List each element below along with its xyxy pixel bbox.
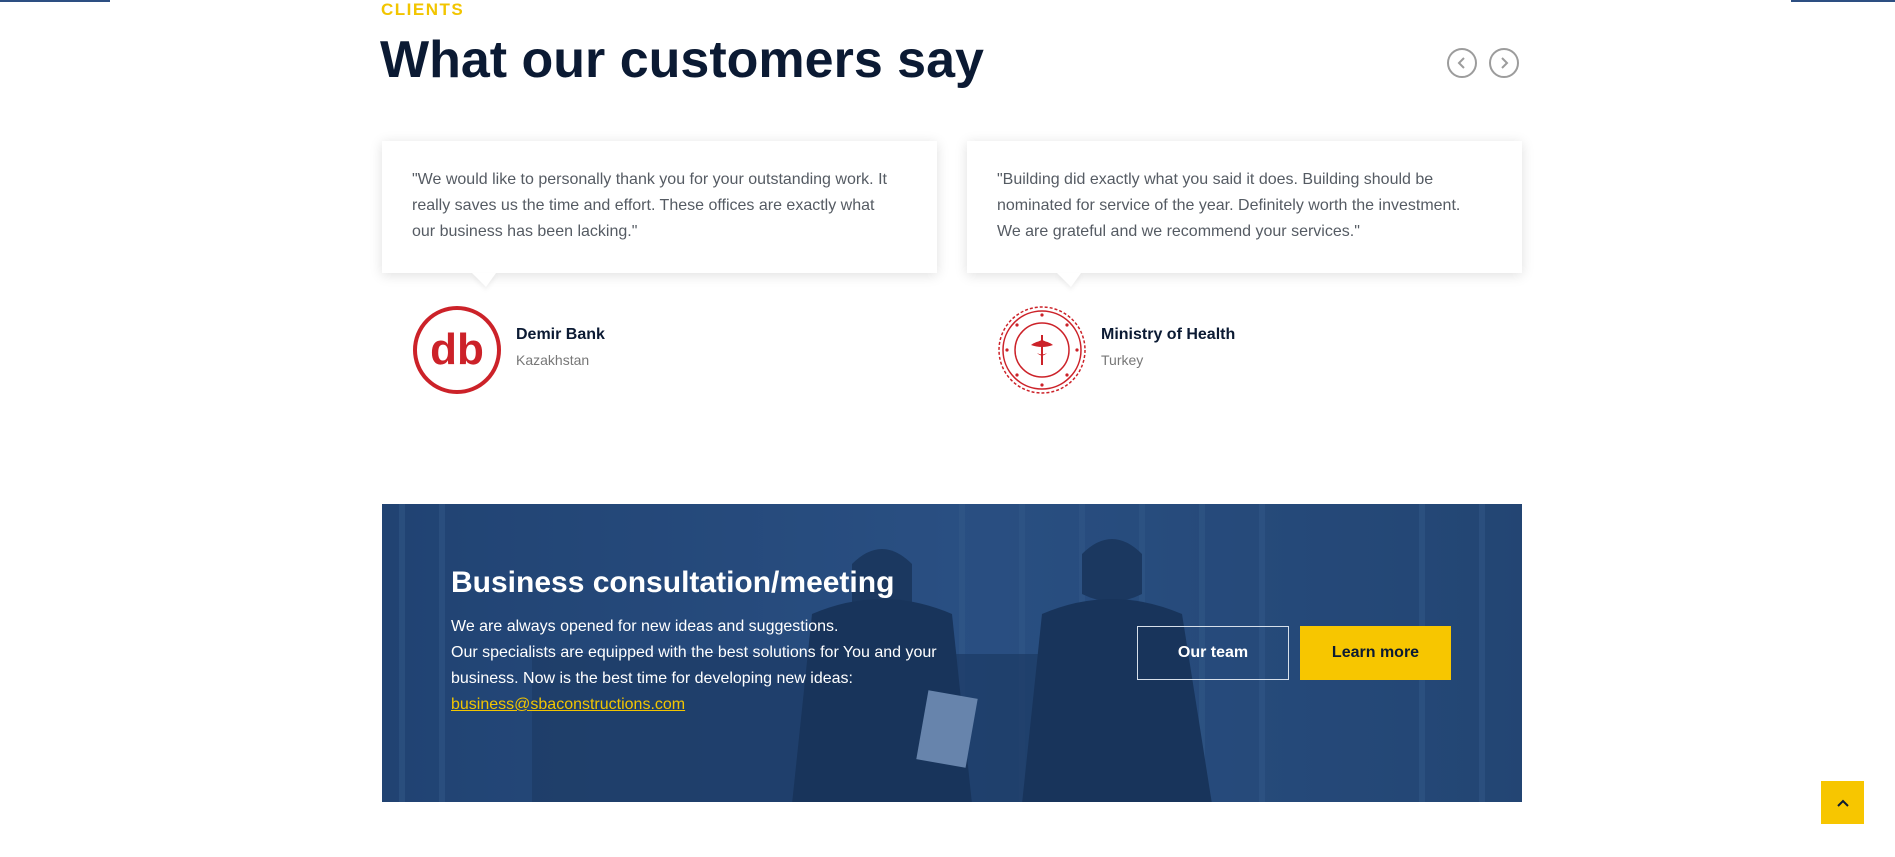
demir-bank-logo: db (412, 305, 502, 395)
banner-description: We are always opened for new ideas and s… (451, 618, 937, 713)
speech-bubble-tail (1057, 273, 1081, 287)
contact-email-link[interactable]: business@sbaconstructions.com (451, 696, 685, 713)
section-eyebrow: CLIENTS (381, 0, 465, 19)
section-title: What our customers say (380, 31, 984, 89)
our-team-button[interactable]: Our team (1137, 626, 1289, 680)
chevron-left-icon (1457, 57, 1465, 69)
logo-text: db (430, 325, 484, 374)
ministry-of-health-seal (997, 305, 1087, 395)
testimonial-card: "We would like to personally thank you f… (382, 141, 937, 287)
testimonial-card: "Building did exactly what you said it d… (967, 141, 1522, 287)
banner-title: Business consultation/meeting (451, 566, 895, 599)
client-country: Kazakhstan (516, 352, 590, 368)
speech-bubble-tail (472, 273, 496, 287)
testimonial-quote: "We would like to personally thank you f… (412, 171, 887, 240)
client-name: Ministry of Health (1101, 326, 1236, 343)
chevron-up-icon (1836, 799, 1849, 807)
top-accent-line-left (0, 0, 110, 2)
client-country: Turkey (1101, 352, 1144, 368)
back-to-top-button[interactable] (1821, 781, 1864, 824)
client-name: Demir Bank (516, 326, 605, 343)
testimonial-quote: "Building did exactly what you said it d… (997, 171, 1461, 240)
learn-more-button[interactable]: Learn more (1300, 626, 1451, 680)
carousel-prev-button[interactable] (1447, 48, 1477, 78)
top-accent-line-right (1791, 0, 1895, 2)
consultation-banner: Business consultation/meeting We are alw… (382, 504, 1522, 802)
carousel-next-button[interactable] (1489, 48, 1519, 78)
chevron-right-icon (1501, 57, 1509, 69)
